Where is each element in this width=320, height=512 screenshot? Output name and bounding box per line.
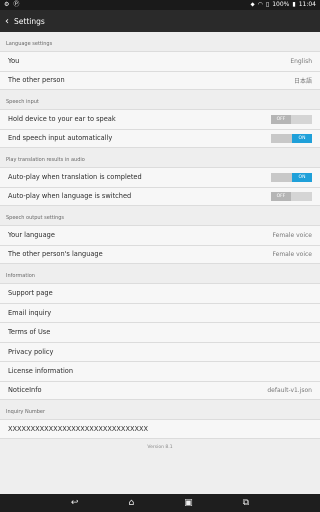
location-icon: ⬥ (250, 1, 255, 8)
back-arrow-icon[interactable]: ‹ (2, 10, 12, 32)
setting-label: You (8, 57, 20, 66)
back-nav-icon[interactable]: ↩ (71, 494, 79, 512)
setting-value: 日本語 (293, 77, 312, 85)
license-info-link[interactable]: License information (0, 361, 320, 381)
section-header-inquiry: Inquiry Number (6, 409, 46, 415)
setting-label: License information (8, 367, 74, 376)
end-speech-auto-toggle[interactable]: ON (271, 133, 312, 143)
no-sim-icon: ▯ (265, 1, 270, 8)
setting-you-language[interactable]: You English (0, 51, 320, 71)
setting-label: Your language (8, 231, 55, 240)
setting-value: English (290, 57, 312, 65)
toggle-knob: ON (292, 133, 312, 143)
inquiry-number-value: XXXXXXXXXXXXXXXXXXXXXXXXXXXXXXX (8, 424, 149, 433)
notice-info-row[interactable]: NoticeInfo default-v1.json (0, 380, 320, 400)
section-header-language: Language settings (6, 41, 53, 47)
setting-label: NoticeInfo (8, 386, 42, 395)
toggle-knob: ON (292, 172, 312, 182)
setting-other-voice[interactable]: The other person's language Female voice (0, 244, 320, 264)
autoplay-switch-toggle[interactable]: OFF (271, 191, 312, 201)
section-header-speech-output: Speech output settings (6, 215, 65, 221)
setting-label: Auto-play when translation is completed (8, 173, 142, 182)
setting-autoplay-complete: Auto-play when translation is completed … (0, 167, 320, 187)
wifi-icon: ◠ (257, 1, 263, 8)
clock: 11:04 (298, 1, 316, 8)
setting-value: Female voice (272, 250, 312, 258)
page-title: Settings (14, 16, 45, 26)
setting-hold-to-ear: Hold device to your ear to speak OFF (0, 109, 320, 129)
settings-icon: ⚙ (4, 1, 10, 8)
toggle-knob: OFF (271, 191, 291, 201)
privacy-policy-link[interactable]: Privacy policy (0, 341, 320, 361)
setting-label: Terms of Use (8, 328, 51, 337)
app-bar: ‹ Settings (0, 10, 320, 32)
setting-label: Auto-play when language is switched (8, 192, 132, 201)
battery-icon: ▮ (292, 1, 296, 8)
setting-value: default-v1.json (267, 386, 312, 394)
home-nav-icon[interactable]: ⌂ (128, 494, 134, 512)
battery-percent: 100% (272, 1, 290, 8)
setting-value: Female voice (272, 231, 312, 239)
speech-input-group: Hold device to your ear to speak OFF End… (0, 109, 320, 148)
information-group: Support page Email inquiry Terms of Use … (0, 283, 320, 400)
recents-nav-icon[interactable]: ▣ (184, 494, 193, 512)
toggle-knob: OFF (271, 114, 291, 124)
setting-autoplay-switch: Auto-play when language is switched OFF (0, 186, 320, 206)
language-group: You English The other person 日本語 (0, 51, 320, 90)
section-header-information: Information (6, 273, 35, 279)
hold-to-ear-toggle[interactable]: OFF (271, 114, 312, 124)
status-bar: ⚙ Ⓟ ⬥ ◠ ▯ 100% ▮ 11:04 (0, 0, 320, 10)
autoplay-complete-toggle[interactable]: ON (271, 172, 312, 182)
version-label: Version 8.1 (147, 445, 173, 450)
setting-end-speech-auto: End speech input automatically ON (0, 128, 320, 148)
status-right: ⬥ ◠ ▯ 100% ▮ 11:04 (250, 0, 316, 10)
setting-label: The other person's language (8, 250, 103, 259)
circle-p-icon: Ⓟ (13, 1, 20, 8)
section-header-playback: Play translation results in audio (6, 157, 85, 163)
setting-label: The other person (8, 76, 65, 85)
speech-output-group: Your language Female voice The other per… (0, 225, 320, 264)
setting-label: Hold device to your ear to speak (8, 115, 116, 124)
playback-group: Auto-play when translation is completed … (0, 167, 320, 206)
email-inquiry-link[interactable]: Email inquiry (0, 302, 320, 322)
navigation-bar: ↩ ⌂ ▣ ⧉ (0, 494, 320, 512)
inquiry-number: XXXXXXXXXXXXXXXXXXXXXXXXXXXXXXX (0, 419, 320, 439)
section-header-speech-input: Speech input (6, 99, 39, 105)
setting-label: Support page (8, 289, 53, 298)
settings-list: Language settings You English The other … (0, 32, 320, 494)
setting-your-voice[interactable]: Your language Female voice (0, 225, 320, 245)
setting-other-language[interactable]: The other person 日本語 (0, 70, 320, 90)
screenshot-nav-icon[interactable]: ⧉ (243, 494, 249, 512)
setting-label: Email inquiry (8, 308, 52, 317)
support-page-link[interactable]: Support page (0, 283, 320, 303)
status-left: ⚙ Ⓟ (4, 0, 19, 10)
setting-label: End speech input automatically (8, 134, 113, 143)
inquiry-group: XXXXXXXXXXXXXXXXXXXXXXXXXXXXXXX (0, 419, 320, 439)
terms-of-use-link[interactable]: Terms of Use (0, 322, 320, 342)
setting-label: Privacy policy (8, 347, 54, 356)
